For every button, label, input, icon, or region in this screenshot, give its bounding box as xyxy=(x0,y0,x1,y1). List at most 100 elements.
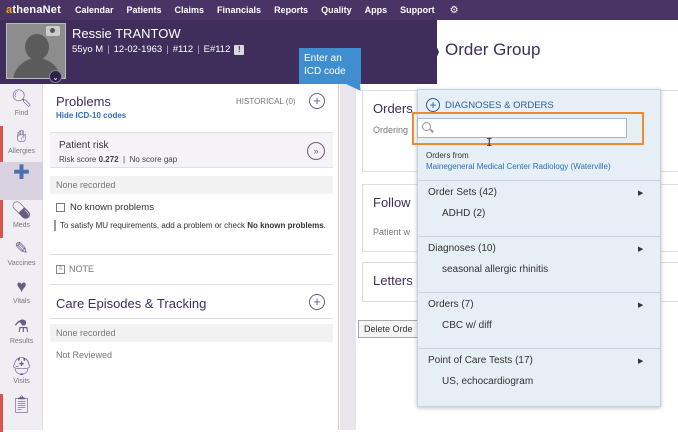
athenanet-logo[interactable]: athenaNet xyxy=(6,4,61,16)
dropdown-header-label: DIAGNOSES & ORDERS xyxy=(445,99,554,111)
divider xyxy=(50,254,333,255)
ordering-label: Ordering xyxy=(373,125,409,135)
divider xyxy=(50,318,333,319)
problems-title: Problems xyxy=(56,94,111,109)
search-highlight-box xyxy=(412,112,644,145)
dropdown-header[interactable]: + DIAGNOSES & ORDERS xyxy=(426,98,554,112)
mu-note-suffix: . xyxy=(323,221,326,230)
divider xyxy=(418,180,660,181)
nav-reports[interactable]: Reports xyxy=(274,5,308,15)
add-care-episode-button[interactable]: + xyxy=(309,294,325,310)
category-diagnoses[interactable]: Diagnoses (10) xyxy=(428,243,496,254)
no-known-problems-checkbox[interactable] xyxy=(56,203,65,212)
risk-gap: No score gap xyxy=(129,155,178,164)
sidebar-label: Vitals xyxy=(13,298,30,305)
gear-icon[interactable]: ⚙ xyxy=(450,5,459,16)
plus-circle-icon: + xyxy=(426,98,440,112)
heart-icon: ♥ xyxy=(16,277,27,296)
problems-panel: Problems Hide ICD-10 codes HISTORICAL (0… xyxy=(44,84,339,430)
medkit-icon: ⛑ xyxy=(10,357,33,376)
orders-from-label: Orders from xyxy=(426,151,469,160)
icd-search-input[interactable] xyxy=(417,118,627,138)
note-row[interactable]: ≡ NOTE xyxy=(56,264,94,274)
hand-icon: ✋︎ xyxy=(16,127,27,146)
nav-support[interactable]: Support xyxy=(400,5,435,15)
flask-icon: ⚗ xyxy=(13,317,30,336)
list-item[interactable]: US, echocardiogram xyxy=(442,376,533,387)
nav-quality[interactable]: Quality xyxy=(321,5,352,15)
cross-icon: ✚ xyxy=(13,162,30,184)
note-icon: ≡ xyxy=(56,264,65,274)
patient-age-sex: 55yo M xyxy=(72,44,104,55)
list-item[interactable]: ADHD (2) xyxy=(442,208,485,219)
nav-financials[interactable]: Financials xyxy=(217,5,261,15)
sidebar-item-results[interactable]: ⚗ Results xyxy=(0,316,43,354)
divider xyxy=(418,348,660,349)
mu-note-text: To satisfy MU requirements, add a proble… xyxy=(60,221,248,230)
patient-risk-title: Patient risk xyxy=(59,140,109,151)
meta-separator: | xyxy=(197,44,200,55)
orders-title: Orders xyxy=(373,101,413,116)
search-icon xyxy=(422,122,431,131)
clipboard-icon: 📋︎ xyxy=(10,395,33,414)
no-known-problems-label: No known problems xyxy=(70,202,154,213)
avatar-head-icon xyxy=(25,34,49,60)
sidebar-item-vitals[interactable]: ♥ Vitals xyxy=(0,276,43,314)
nav-apps[interactable]: Apps xyxy=(365,5,388,15)
problems-none-recorded: None recorded xyxy=(50,176,333,194)
sidebar-item-vaccines[interactable]: ✎ Vaccines xyxy=(0,238,43,276)
hide-icd10-link[interactable]: Hide ICD-10 codes xyxy=(56,111,126,120)
list-item[interactable]: CBC w/ diff xyxy=(442,320,492,331)
alert-icon[interactable]: ! xyxy=(234,44,245,55)
syringe-icon: ✎ xyxy=(14,239,29,258)
chevron-down-icon[interactable]: ⌄ xyxy=(49,70,62,83)
left-sidebar: 🔍︎ Find ✋︎ Allergies ✚ 💊︎ Meds ✎ Vaccine… xyxy=(0,84,43,432)
search-icon: 🔍︎ xyxy=(10,89,33,108)
no-known-problems-row[interactable]: No known problems xyxy=(56,202,154,213)
add-problem-button[interactable]: + xyxy=(309,93,325,109)
category-point-of-care-tests[interactable]: Point of Care Tests (17) xyxy=(428,355,533,366)
pills-icon: 💊︎ xyxy=(10,201,33,220)
sidebar-label: Results xyxy=(9,338,34,345)
meta-separator: | xyxy=(166,44,169,55)
historical-toggle[interactable]: HISTORICAL (0) xyxy=(236,97,296,106)
sidebar-item-allergies[interactable]: ✋︎ Allergies xyxy=(0,126,43,164)
divider xyxy=(418,292,660,293)
patient-id: #112 xyxy=(172,44,194,55)
sidebar-item-clipboard[interactable]: 📋︎ xyxy=(0,394,43,432)
orders-from-facility-link[interactable]: Mainegeneral Medical Center Radiology (W… xyxy=(426,161,611,172)
meta-separator: | xyxy=(107,44,110,55)
sidebar-label: Visits xyxy=(13,378,30,385)
risk-score: Risk score 0.272 | No score gap xyxy=(59,155,178,164)
not-reviewed: Not Reviewed xyxy=(50,346,333,364)
triangle-right-icon: ▶ xyxy=(638,302,644,309)
sidebar-item-find[interactable]: 🔍︎ Find xyxy=(0,88,43,126)
list-item[interactable]: seasonal allergic rhinitis xyxy=(442,264,548,275)
sidebar-label: Find xyxy=(14,110,29,117)
nav-claims[interactable]: Claims xyxy=(175,5,205,15)
note-label: NOTE xyxy=(69,264,95,274)
patient-risk-box: Patient risk Risk score 0.272 | No score… xyxy=(50,132,333,168)
patient-name: Ressie TRANTOW xyxy=(72,26,181,41)
orders-from: Orders from Mainegeneral Medical Center … xyxy=(426,150,611,172)
diagnoses-orders-dropdown: + DIAGNOSES & ORDERS I Orders from Maine… xyxy=(412,89,661,407)
mu-note-bold: No known problems xyxy=(247,221,324,230)
nav-calendar[interactable]: Calendar xyxy=(75,5,114,15)
sidebar-label: Vaccines xyxy=(7,260,36,267)
triangle-right-icon: ▶ xyxy=(638,246,644,253)
patient-eid: E#112 xyxy=(203,44,231,55)
nav-patients[interactable]: Patients xyxy=(127,5,162,15)
follow-title: Follow xyxy=(373,195,411,210)
mu-requirements-note: To satisfy MU requirements, add a proble… xyxy=(54,220,329,231)
category-order-sets[interactable]: Order Sets (42) xyxy=(428,187,497,198)
sidebar-item-diagnoses[interactable]: ✚ xyxy=(0,162,43,200)
letters-title: Letters xyxy=(373,273,413,288)
sidebar-item-meds[interactable]: 💊︎ Meds xyxy=(0,200,43,238)
camera-icon[interactable] xyxy=(46,26,60,36)
column-separator xyxy=(340,84,356,430)
divider xyxy=(418,236,660,237)
double-chevron-right-icon[interactable]: » xyxy=(307,142,325,160)
sidebar-item-visits[interactable]: ⛑ Visits xyxy=(0,356,43,394)
care-none-recorded: None recorded xyxy=(50,324,333,342)
category-orders[interactable]: Orders (7) xyxy=(428,299,474,310)
